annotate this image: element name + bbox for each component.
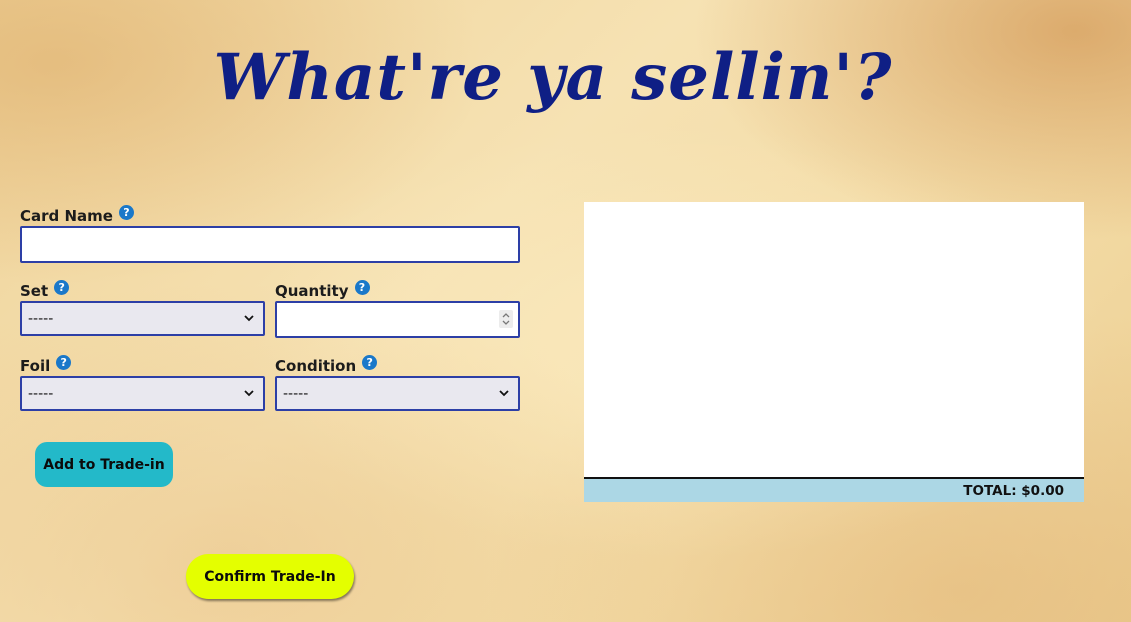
card-name-help-icon[interactable]: ? <box>118 205 134 220</box>
set-select-value: ----- <box>28 310 54 327</box>
foil-select-value: ----- <box>28 385 54 402</box>
foil-select[interactable]: ----- <box>20 376 265 411</box>
condition-label: Condition ? <box>275 353 378 375</box>
condition-label-text: Condition <box>275 357 357 375</box>
set-help-icon[interactable]: ? <box>54 280 70 295</box>
set-select[interactable]: ----- <box>20 301 265 336</box>
quantity-label: Quantity ? <box>275 278 370 300</box>
set-label-text: Set <box>20 282 49 300</box>
confirm-trade-in-button[interactable]: Confirm Trade-In <box>186 554 354 599</box>
card-name-input[interactable] <box>20 226 520 263</box>
condition-help-icon[interactable]: ? <box>362 355 378 370</box>
chevron-down-icon <box>499 390 509 397</box>
condition-select-value: ----- <box>283 385 309 402</box>
foil-help-icon[interactable]: ? <box>56 355 72 370</box>
add-to-trade-in-button[interactable]: Add to Trade-in <box>35 442 173 487</box>
set-label: Set ? <box>20 278 70 300</box>
trade-in-list <box>584 202 1084 479</box>
condition-select[interactable]: ----- <box>275 376 520 411</box>
chevron-down-icon <box>244 315 254 322</box>
foil-label: Foil ? <box>20 353 72 375</box>
card-name-label-text: Card Name <box>20 207 113 225</box>
quantity-stepper[interactable] <box>275 301 520 338</box>
page-title: What're ya sellin'? <box>213 40 893 115</box>
card-name-label: Card Name ? <box>20 203 134 225</box>
quantity-help-icon[interactable]: ? <box>354 280 370 295</box>
trade-in-panel: TOTAL: $0.00 <box>584 202 1084 502</box>
chevron-down-icon <box>244 390 254 397</box>
trade-in-total-bar: TOTAL: $0.00 <box>584 479 1084 502</box>
spinner-arrows-icon[interactable] <box>499 310 513 328</box>
trade-in-total: TOTAL: $0.00 <box>963 482 1064 499</box>
quantity-label-text: Quantity <box>275 282 349 300</box>
foil-label-text: Foil <box>20 357 51 375</box>
